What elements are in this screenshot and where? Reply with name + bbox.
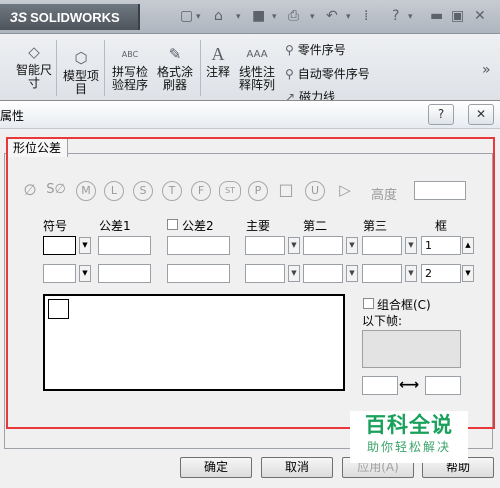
note-icon: A	[211, 44, 225, 64]
undo-icon[interactable]: ↶	[326, 8, 338, 24]
chevron-down-icon[interactable]: ▾	[272, 12, 277, 22]
auto-balloon-label: 自动零件序号	[297, 67, 370, 81]
chevron-down-icon[interactable]: ▾	[196, 12, 201, 22]
solidworks-logo: 3S SOLIDWORKS	[0, 4, 140, 30]
ribbon-divider	[104, 40, 105, 96]
chevron-down-icon[interactable]: ▾	[346, 12, 351, 22]
chevron-down-icon[interactable]: ▾	[236, 12, 241, 22]
save-icon[interactable]: ■	[252, 8, 265, 24]
smart-dimension-button[interactable]: ◇ 智能尺 寸	[12, 43, 56, 90]
spell-check-label: 拼写检 验程序	[111, 65, 148, 92]
watermark-badge: 百科全说 助你轻松解决	[350, 411, 468, 463]
dimension-icon: ◇	[28, 43, 40, 61]
spell-check-button[interactable]: ABC 拼写检 验程序	[108, 48, 152, 92]
dialog-close-button[interactable]: ✕	[468, 104, 494, 125]
new-document-icon[interactable]: ▢	[180, 8, 193, 24]
close-icon[interactable]: ✕	[474, 8, 486, 24]
format-painter-button[interactable]: ✎ 格式涂 刷器	[154, 45, 196, 92]
ribbon-scroll-right-icon[interactable]: »	[482, 62, 491, 78]
ribbon-divider	[56, 40, 57, 96]
dialog-title-bar: 属性 ? ✕	[0, 101, 500, 129]
dialog-help-button[interactable]: ?	[428, 104, 454, 125]
logo-text: SOLIDWORKS	[30, 10, 120, 25]
watermark-title: 百科全说	[365, 413, 453, 437]
ribbon-divider	[200, 40, 201, 96]
auto-balloon-icon: ⚲	[285, 67, 294, 81]
chevron-down-icon[interactable]: ▾	[310, 12, 315, 22]
format-painter-label: 格式涂 刷器	[156, 65, 193, 92]
print-icon[interactable]: ⎙	[288, 8, 299, 24]
chevron-down-icon[interactable]: ▾	[408, 12, 413, 22]
ok-button[interactable]: 确定	[180, 457, 252, 478]
properties-dialog: 属性 ? ✕ 形位公差 ∅ S∅ M L S T F ST P □ U ▷ 高度…	[0, 100, 500, 488]
traffic-light-icon[interactable]: ⁞	[364, 8, 368, 24]
watermark-subtitle: 助你轻松解决	[366, 440, 451, 454]
linear-note-pattern-button[interactable]: AAA 线性注 释阵列	[236, 48, 278, 92]
dialog-title: 属性	[0, 109, 25, 123]
note-label: 注释	[205, 65, 230, 79]
help-icon[interactable]: ?	[392, 8, 399, 24]
auto-balloon-button[interactable]: ⚲ 自动零件序号	[285, 65, 370, 82]
title-toolbar: 3S SOLIDWORKS ▢ ▾ ⌂ ▾ ■ ▾ ⎙ ▾ ↶ ▾ ⁞ ? ▾ ▬…	[0, 0, 500, 34]
balloon-label: 零件序号	[297, 43, 346, 57]
annotation-ribbon: ◇ 智能尺 寸 ⬡ 模型项 目 ABC 拼写检 验程序 ✎ 格式涂 刷器 A 注…	[0, 34, 500, 104]
brush-icon: ✎	[168, 45, 182, 63]
model-items-label: 模型项 目	[62, 69, 99, 96]
balloon-button[interactable]: ⚲ 零件序号	[285, 41, 346, 58]
open-folder-icon[interactable]: ⌂	[214, 8, 223, 24]
linear-note-pattern-label: 线性注 释阵列	[238, 65, 275, 92]
model-items-icon: ⬡	[74, 49, 88, 67]
balloon-icon: ⚲	[285, 43, 294, 57]
minimize-icon[interactable]: ▬	[430, 8, 443, 24]
restore-icon[interactable]: ▣	[451, 8, 464, 24]
spell-check-icon: ABC	[121, 50, 139, 59]
highlight-outline	[6, 137, 495, 429]
note-button[interactable]: A 注释	[203, 44, 233, 79]
ds-logo-mark: 3S	[10, 9, 28, 25]
smart-dimension-label: 智能尺 寸	[15, 63, 52, 90]
model-items-button[interactable]: ⬡ 模型项 目	[58, 49, 104, 96]
cancel-button[interactable]: 取消	[261, 457, 333, 478]
note-pattern-icon: AAA	[246, 49, 268, 60]
